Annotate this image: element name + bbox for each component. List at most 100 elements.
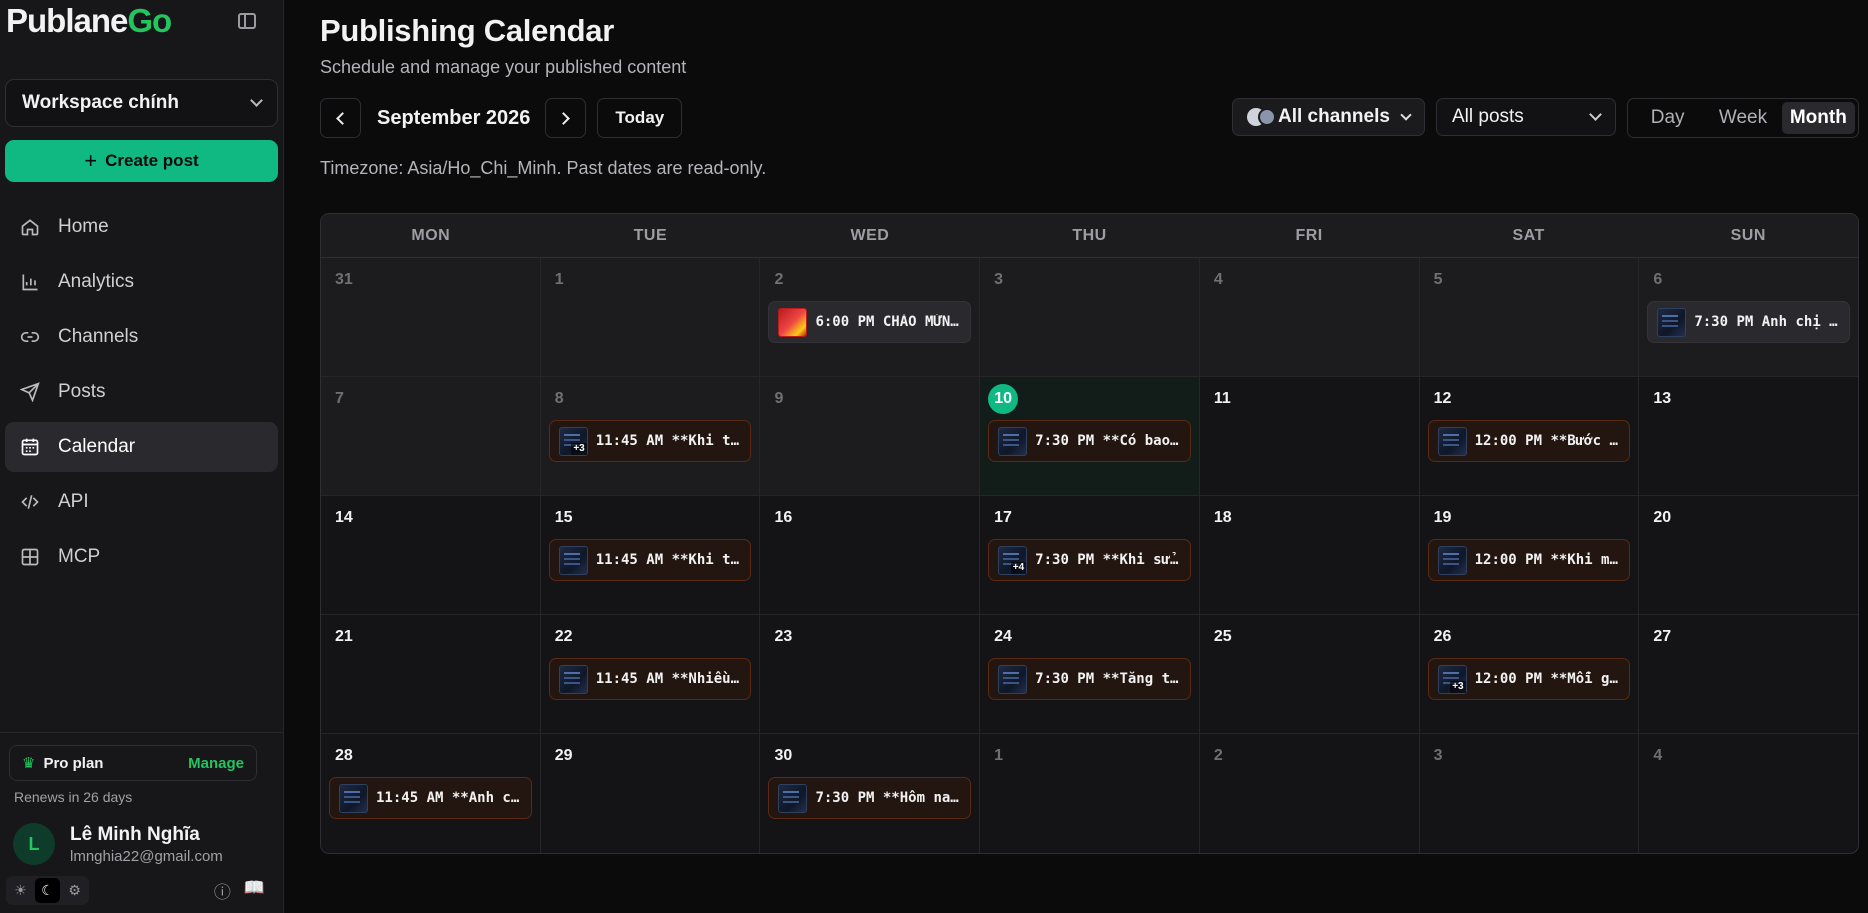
day-number: 8 <box>554 390 564 407</box>
day-number: 18 <box>1213 509 1232 526</box>
calendar-day-cell[interactable]: 11 <box>1200 377 1420 495</box>
posts-filter-select[interactable]: All posts <box>1436 98 1616 136</box>
day-number: 13 <box>1653 390 1672 407</box>
calendar-day-cell[interactable]: 28 11:45 AM **Anh chị có <box>321 734 541 853</box>
calendar-day-cell: 1 <box>540 258 761 376</box>
scheduled-post-chip[interactable]: 7:30 PM **Tăng tương tác <box>988 658 1191 700</box>
calendar-day-cell[interactable]: 22 11:45 AM **Nhiều anh chị <box>541 615 761 733</box>
calendar-day-cell[interactable]: 12 12:00 PM **Bước vào <box>1420 377 1640 495</box>
calendar-day-cell[interactable]: 13 <box>1639 377 1858 495</box>
create-post-button[interactable]: + Create post <box>5 140 278 182</box>
calendar-day-cell[interactable]: 2 <box>1200 734 1420 853</box>
calendar-day-cell[interactable]: 30 7:30 PM **Hôm nay chúng ta <box>760 734 981 853</box>
post-time-and-title: 7:30 PM **Khi sử dụng <box>1035 552 1181 568</box>
calendar-day-cell[interactable]: 18 <box>1200 496 1420 614</box>
view-month-button[interactable]: Month <box>1781 102 1855 134</box>
scheduled-post-chip[interactable]: 7:30 PM **Hôm nay chúng ta <box>768 777 972 819</box>
post-time-and-title: 11:45 AM **Nhiều anh chị <box>595 671 742 687</box>
day-number: 7 <box>335 390 344 407</box>
bar-chart-icon <box>20 272 40 292</box>
channels-filter-label: All channels <box>1278 106 1390 127</box>
scheduled-post-chip[interactable]: 6:00 PM CHÀO MỪNG NGÀY QUỐC KHÁNH <box>768 301 972 343</box>
calendar-day-cell[interactable]: 15 11:45 AM **Khi tìm hiểu <box>541 496 761 614</box>
calendar-day-cell[interactable]: 16 <box>760 496 981 614</box>
sidebar-item-posts[interactable]: Posts <box>5 367 278 417</box>
scheduled-post-chip[interactable]: 12:00 PM **Bước vào <box>1427 420 1631 462</box>
docs-book-icon[interactable]: 📖 <box>244 878 265 903</box>
sidebar-item-label: Posts <box>58 381 106 402</box>
calendar-day-cell[interactable]: 20 <box>1639 496 1858 614</box>
calendar-day-cell[interactable]: 19 12:00 PM **Khi mới bắt đầu <box>1420 496 1640 614</box>
page-subtitle: Schedule and manage your published conte… <box>320 57 687 77</box>
current-month-label: September 2026 <box>377 106 531 129</box>
chevron-down-icon <box>1400 109 1412 121</box>
post-time-and-title: 11:45 AM **Khi tìm hiểu <box>595 552 742 568</box>
scheduled-post-chip[interactable]: +4 7:30 PM **Khi sử dụng <box>988 539 1191 581</box>
view-day-button[interactable]: Day <box>1631 102 1704 134</box>
sidebar-item-analytics[interactable]: Analytics <box>5 257 278 307</box>
sidebar-item-calendar[interactable]: Calendar <box>5 422 278 472</box>
calendar-day-cell[interactable]: 25 <box>1200 615 1420 733</box>
calendar-week-row: 7 8 +3 11:45 AM **Khi tìm kiếm 9 10 7:30 PM **… <box>321 377 1858 496</box>
view-week-button[interactable]: Week <box>1706 102 1779 134</box>
post-thumbnail: +4 <box>998 545 1028 575</box>
calendar-day-cell[interactable]: 27 <box>1639 615 1858 733</box>
posts-filter-value: All posts <box>1452 106 1524 127</box>
next-month-button[interactable] <box>545 98 587 138</box>
calendar-day-cell[interactable]: 24 7:30 PM **Tăng tương tác <box>980 615 1200 733</box>
crown-icon: ♛ <box>22 755 36 772</box>
sidebar-item-api[interactable]: API <box>5 477 278 527</box>
post-time-and-title: 7:30 PM **Hôm nay chúng ta <box>815 790 961 806</box>
user-profile[interactable]: L Lê Minh Nghĩa lmnghia22@gmail.com <box>13 823 283 865</box>
day-number: 31 <box>335 271 353 288</box>
plan-card: ♛ Pro plan Manage <box>9 745 257 781</box>
scheduled-post-chip[interactable]: 7:30 PM **Có bao giờ <box>988 420 1191 462</box>
sidebar-item-label: Calendar <box>58 436 136 457</box>
calendar-day-cell[interactable]: 26 +3 12:00 PM **Mỗi giai đoạn <box>1420 615 1640 733</box>
gear-icon[interactable]: ⚙ <box>62 878 87 903</box>
chevron-right-icon <box>557 111 571 125</box>
calendar-day-cell[interactable]: 1 <box>980 734 1200 853</box>
workspace-selector[interactable]: Workspace chính <box>5 79 278 127</box>
calendar-day-cell[interactable]: 23 <box>760 615 981 733</box>
brand-logo[interactable]: PublaneGo <box>6 2 172 40</box>
calendar-day-cell[interactable]: 3 <box>1420 734 1640 853</box>
sun-icon[interactable]: ☀ <box>8 878 33 903</box>
post-time-and-title: 11:45 AM **Anh chị có <box>376 790 522 806</box>
theme-switcher: ☀ ☾ ⚙ <box>6 876 89 905</box>
scheduled-post-chip[interactable]: 11:45 AM **Nhiều anh chị <box>548 658 752 700</box>
scheduled-post-chip[interactable]: +3 12:00 PM **Mỗi giai đoạn <box>1427 658 1631 700</box>
calendar-day-cell[interactable]: 17 +4 7:30 PM **Khi sử dụng <box>980 496 1200 614</box>
day-number: 23 <box>774 628 793 645</box>
weekday-label: THU <box>1072 226 1107 244</box>
help-icon[interactable]: ⓘ <box>214 878 231 903</box>
scheduled-post-chip[interactable]: 11:45 AM **Khi tìm hiểu <box>548 539 752 581</box>
scheduled-post-chip[interactable]: 11:45 AM **Anh chị có <box>329 777 532 819</box>
post-thumbnail <box>1437 545 1467 575</box>
scheduled-post-chip[interactable]: +3 11:45 AM **Khi tìm kiếm <box>548 420 752 462</box>
today-day-number: 10 <box>988 384 1019 414</box>
weekday-label: SAT <box>1512 226 1545 244</box>
moon-icon[interactable]: ☾ <box>35 878 60 903</box>
scheduled-post-chip[interactable]: 7:30 PM Anh chị đã từng <box>1647 301 1851 343</box>
sidebar-item-channels[interactable]: Channels <box>5 312 278 362</box>
scheduled-post-chip[interactable]: 12:00 PM **Khi mới bắt đầu <box>1427 539 1631 581</box>
day-number: 3 <box>1433 747 1443 764</box>
plus-icon: + <box>84 148 98 173</box>
calendar-day-cell: 7 <box>321 377 541 495</box>
calendar-day-cell[interactable]: 21 <box>321 615 541 733</box>
manage-plan-link[interactable]: Manage <box>188 755 244 772</box>
sidebar-item-mcp[interactable]: MCP <box>5 532 278 582</box>
calendar-day-cell[interactable]: 10 7:30 PM **Có bao giờ <box>980 377 1200 495</box>
channels-filter[interactable]: All channels <box>1232 98 1425 136</box>
calendar-day-cell[interactable]: 4 <box>1639 734 1858 853</box>
prev-month-button[interactable] <box>320 98 361 138</box>
today-button[interactable]: Today <box>597 98 683 138</box>
calendar-day-cell[interactable]: 29 <box>541 734 761 853</box>
post-time-and-title: 6:00 PM CHÀO MỪNG NGÀY QUỐC KHÁNH <box>815 314 961 330</box>
sidebar-item-home[interactable]: Home <box>5 202 278 252</box>
calendar-day-cell[interactable]: 14 <box>321 496 541 614</box>
brand-name-main: Publane <box>6 2 128 39</box>
weekday-header: MON TUE WED THU FRI SAT SUN <box>321 214 1858 258</box>
sidebar-collapse-icon[interactable] <box>238 13 256 29</box>
